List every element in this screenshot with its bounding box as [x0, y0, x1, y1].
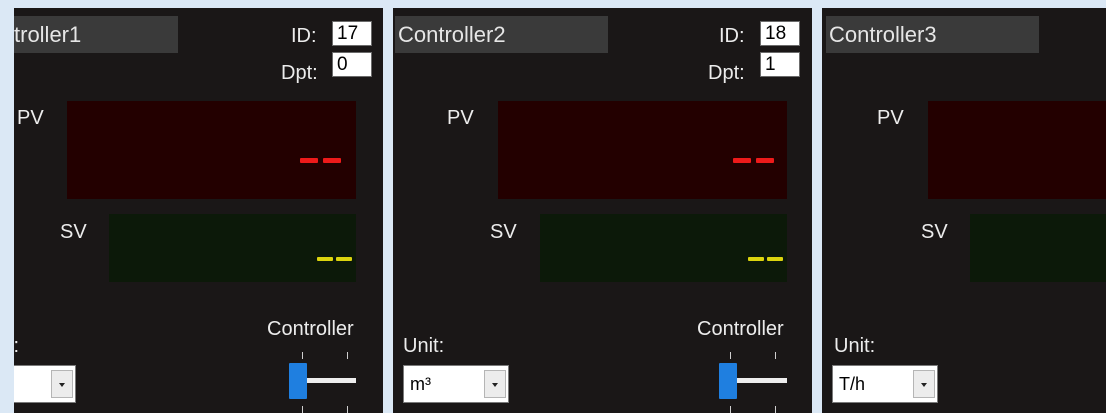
slider-tick	[730, 352, 731, 359]
slider-tick	[775, 406, 776, 413]
controller-name-text: Controller2	[398, 22, 506, 47]
unit-select-value: T/h	[839, 374, 866, 394]
unit-label: t:	[14, 335, 20, 357]
unit-select-value: m³	[410, 374, 431, 394]
unit-select[interactable]: m³	[403, 365, 509, 403]
pv-label: PV	[447, 107, 474, 129]
id-label: ID:	[291, 25, 317, 47]
pv-display	[67, 101, 356, 199]
controller-mode-label: Controller	[267, 318, 354, 340]
controller-panel-2: Controller2 ID: 18 Dpt: 1 PV SV Unit: m³…	[393, 8, 812, 413]
sv-display	[540, 214, 787, 282]
pv-digit-dash	[300, 158, 318, 163]
slider-tick	[730, 406, 731, 413]
slider-tick	[775, 352, 776, 359]
chevron-down-icon[interactable]	[484, 370, 506, 398]
controller-slider-thumb[interactable]	[719, 363, 737, 399]
sv-display	[109, 214, 356, 282]
dpt-label: Dpt:	[281, 62, 318, 84]
sv-label: SV	[60, 221, 87, 243]
sv-label: SV	[490, 221, 517, 243]
unit-label: Unit:	[834, 335, 876, 357]
pv-label: PV	[17, 107, 44, 129]
slider-tick	[302, 352, 303, 359]
id-input[interactable]: 18	[760, 21, 800, 46]
dpt-input[interactable]: 1	[760, 52, 800, 77]
sv-digit-dash	[317, 257, 333, 261]
controller-slider-thumb[interactable]	[289, 363, 307, 399]
controller-name-text: troller1	[14, 22, 82, 47]
controller-mode-label: Controller	[697, 318, 784, 340]
controller-name-text: Controller3	[829, 22, 937, 47]
sv-digit-dash	[748, 257, 764, 261]
sv-display	[970, 214, 1106, 282]
dpt-label: Dpt:	[708, 62, 745, 84]
chevron-down-icon[interactable]	[51, 370, 73, 398]
sv-label: SV	[921, 221, 948, 243]
sv-digit-dash	[336, 257, 352, 261]
slider-tick	[347, 352, 348, 359]
dpt-input[interactable]: 0	[332, 52, 372, 77]
pv-label: PV	[877, 107, 904, 129]
controller-name-field[interactable]: Controller2	[395, 16, 608, 53]
chevron-down-icon[interactable]	[913, 370, 935, 398]
controller-panel-1: troller1 ID: 17 Dpt: 0 PV SV t: Controll…	[14, 8, 383, 413]
controller-name-field[interactable]: troller1	[14, 16, 178, 53]
slider-tick	[302, 406, 303, 413]
id-input[interactable]: 17	[332, 21, 372, 46]
controller-panel-3: Controller3 PV SV Unit: T/h	[822, 8, 1106, 413]
id-label: ID:	[719, 25, 745, 47]
pv-digit-dash	[323, 158, 341, 163]
pv-display	[498, 101, 787, 199]
slider-tick	[347, 406, 348, 413]
unit-select[interactable]: T/h	[832, 365, 938, 403]
controller-name-field[interactable]: Controller3	[826, 16, 1039, 53]
sv-digit-dash	[767, 257, 783, 261]
pv-display	[928, 101, 1106, 199]
unit-select[interactable]	[14, 365, 76, 403]
pv-digit-dash	[756, 158, 774, 163]
pv-digit-dash	[733, 158, 751, 163]
unit-label: Unit:	[403, 335, 445, 357]
